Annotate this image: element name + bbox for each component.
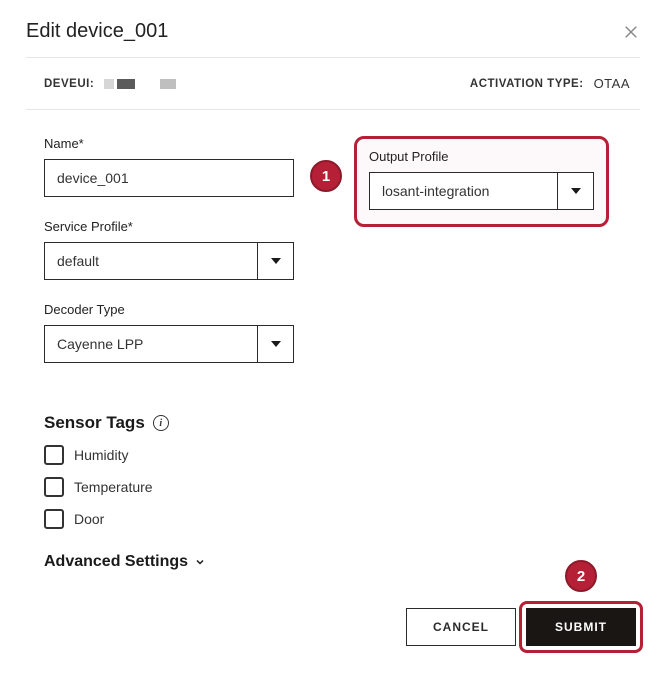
output-profile-label: Output Profile bbox=[369, 149, 594, 164]
submit-wrap: 2 SUBMIT bbox=[526, 608, 636, 646]
checkbox-label: Humidity bbox=[74, 447, 128, 463]
callout-badge-1: 1 bbox=[310, 160, 342, 192]
list-item: Temperature bbox=[44, 477, 640, 497]
checkbox-humidity[interactable] bbox=[44, 445, 64, 465]
cancel-button[interactable]: CANCEL bbox=[406, 608, 516, 646]
meta-row: DEVEUI: ACTIVATION TYPE: OTAA bbox=[26, 58, 640, 109]
decoder-type-value: Cayenne LPP bbox=[45, 326, 257, 362]
list-item: Door bbox=[44, 509, 640, 529]
service-profile-label: Service Profile* bbox=[44, 219, 294, 234]
activation-label: ACTIVATION TYPE: bbox=[470, 78, 584, 90]
field-name: Name* bbox=[44, 136, 294, 197]
decoder-type-select[interactable]: Cayenne LPP bbox=[44, 325, 294, 363]
checkbox-label: Door bbox=[74, 511, 104, 527]
right-column: 1 Output Profile losant-integration bbox=[354, 136, 609, 385]
checkbox-label: Temperature bbox=[74, 479, 153, 495]
activation-value: OTAA bbox=[594, 76, 630, 91]
modal-header: Edit device_001 bbox=[26, 20, 640, 57]
chevron-down-icon bbox=[557, 173, 593, 209]
advanced-settings-title: Advanced Settings bbox=[44, 553, 188, 571]
name-label: Name* bbox=[44, 136, 294, 151]
close-icon[interactable] bbox=[622, 23, 640, 41]
submit-button[interactable]: SUBMIT bbox=[526, 608, 636, 646]
footer-actions: CANCEL 2 SUBMIT bbox=[406, 608, 636, 646]
sensor-tags-title: Sensor Tags bbox=[44, 413, 145, 433]
modal-title: Edit device_001 bbox=[26, 20, 168, 43]
output-profile-select[interactable]: losant-integration bbox=[369, 172, 594, 210]
advanced-settings-toggle[interactable]: Advanced Settings bbox=[44, 553, 640, 571]
decoder-type-label: Decoder Type bbox=[44, 302, 294, 317]
sensor-tags-list: Humidity Temperature Door bbox=[44, 445, 640, 529]
deveui-value-redacted bbox=[104, 79, 176, 89]
service-profile-select[interactable]: default bbox=[44, 242, 294, 280]
left-column: Name* Service Profile* default Decoder T… bbox=[44, 136, 294, 385]
sensor-tags-header: Sensor Tags i bbox=[44, 413, 640, 433]
list-item: Humidity bbox=[44, 445, 640, 465]
info-icon[interactable]: i bbox=[153, 415, 169, 431]
field-service-profile: Service Profile* default bbox=[44, 219, 294, 280]
chevron-down-icon bbox=[257, 243, 293, 279]
callout-badge-2: 2 bbox=[565, 560, 597, 592]
chevron-down-icon bbox=[194, 556, 206, 568]
activation-block: ACTIVATION TYPE: OTAA bbox=[470, 76, 630, 91]
name-input[interactable] bbox=[44, 159, 294, 197]
output-profile-value: losant-integration bbox=[370, 173, 557, 209]
field-output-profile: Output Profile losant-integration bbox=[369, 149, 594, 210]
field-decoder-type: Decoder Type Cayenne LPP bbox=[44, 302, 294, 363]
checkbox-temperature[interactable] bbox=[44, 477, 64, 497]
deveui-block: DEVEUI: bbox=[44, 78, 176, 90]
output-profile-highlight: Output Profile losant-integration bbox=[354, 136, 609, 227]
service-profile-value: default bbox=[45, 243, 257, 279]
checkbox-door[interactable] bbox=[44, 509, 64, 529]
chevron-down-icon bbox=[257, 326, 293, 362]
deveui-label: DEVEUI: bbox=[44, 78, 94, 90]
form-area: Name* Service Profile* default Decoder T… bbox=[26, 110, 640, 385]
